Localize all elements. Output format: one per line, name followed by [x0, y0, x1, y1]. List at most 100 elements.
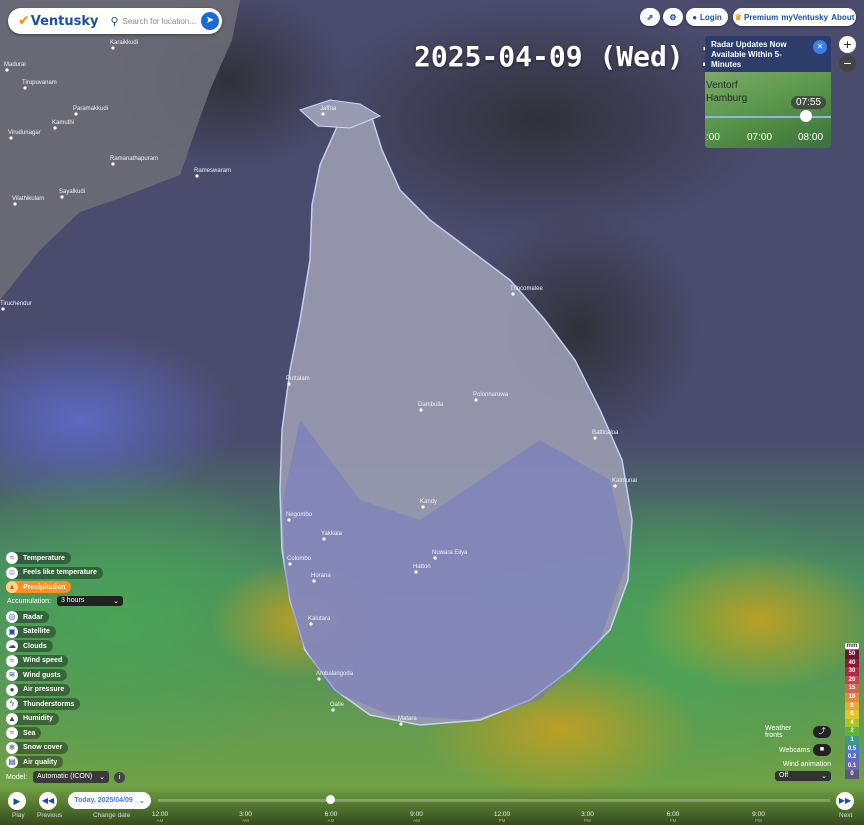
previous-button[interactable]: ◀◀ [39, 792, 57, 810]
place-label[interactable]: Kandy [420, 499, 437, 505]
model-value: Automatic (ICON) [37, 773, 93, 780]
radar-update-popup[interactable]: Radar Updates Now Available Within 5-Min… [705, 36, 831, 148]
place-label[interactable]: Sayalkudi [59, 189, 85, 195]
timeline-track[interactable] [158, 799, 830, 802]
tick-period: AM [327, 818, 335, 823]
place-label[interactable]: Matara [398, 716, 417, 722]
layer-wind-speed[interactable]: ≈ Wind speed [6, 654, 69, 667]
layer-thunderstorms[interactable]: ϟ Thunderstorms [6, 698, 81, 710]
search-input[interactable] [122, 16, 203, 26]
place-label[interactable]: Dambulla [418, 402, 444, 408]
tick-period: AM [242, 818, 249, 823]
place-label[interactable]: Horana [311, 573, 331, 579]
ventusky-logo-icon: ✔ [18, 13, 30, 29]
place-label[interactable]: Rameswaram [194, 168, 231, 174]
radar-scrubber-track[interactable] [705, 116, 831, 118]
accumulation-select[interactable]: 3 hours ⌄ [56, 596, 123, 606]
model-info-button[interactable]: i [114, 771, 126, 783]
locate-me-button[interactable]: ➤ [201, 12, 219, 30]
date-picker[interactable]: Today, 2025/04/09 ⌄ [68, 792, 151, 809]
layer-label: Sea [23, 729, 36, 737]
layer-satellite[interactable]: ▣ Satellite [6, 625, 56, 638]
zoom-in-button[interactable]: + [839, 36, 856, 53]
plus-icon: + [843, 36, 852, 52]
place-label[interactable]: Batticaloa [592, 430, 619, 436]
place-marker [309, 622, 313, 626]
place-label[interactable]: Yakkala [321, 531, 343, 537]
radar-scrubber-handle[interactable] [800, 110, 812, 122]
timeline-tick[interactable]: 9:00 AM [397, 811, 437, 823]
place-label[interactable]: Galle [330, 702, 345, 708]
layer-radar[interactable]: ◎ Radar [6, 611, 49, 623]
timeline-tick[interactable]: 9:00 PM [739, 811, 779, 823]
timeline-handle[interactable] [326, 795, 335, 804]
place-marker [288, 562, 292, 566]
legend-step: 50 [845, 650, 859, 659]
layer-feels-like-temperature[interactable]: ☺ Feels like temperature [6, 566, 103, 579]
layer-clouds[interactable]: ☁ Clouds [6, 640, 53, 652]
close-popup-button[interactable]: ✕ [813, 40, 827, 54]
model-select[interactable]: Automatic (ICON) ⌄ [33, 771, 110, 783]
search-box[interactable]: ⚲ [110, 15, 203, 28]
place-label[interactable]: Tirupuvanam [22, 80, 57, 86]
place-label[interactable]: Kamuthi [52, 120, 74, 126]
place-label[interactable]: Vilathikulam [12, 196, 44, 202]
legend-step: 2 [845, 727, 859, 736]
place-label[interactable]: Karaikkudi [110, 40, 138, 46]
place-marker [60, 195, 64, 199]
place-label[interactable]: Trincomalee [510, 286, 543, 292]
place-label[interactable]: Paramakkudi [73, 106, 108, 112]
place-label[interactable]: Kalutara [308, 616, 331, 622]
place-label[interactable]: Kalmunai [612, 478, 637, 484]
place-label[interactable]: Colombo [287, 556, 312, 562]
timeline-tick[interactable]: 3:00 PM [568, 811, 608, 823]
layer-sea[interactable]: ≈ Sea [6, 727, 42, 739]
place-label[interactable]: Hatton [413, 564, 431, 570]
zoom-out-button[interactable]: − [839, 55, 856, 72]
layer-precipitation[interactable]: ▴ Precipitation [6, 581, 72, 593]
layer-humidity[interactable]: ▲ Humidity [6, 712, 59, 725]
ventusky-logo[interactable]: ✔ Ventusky [18, 13, 98, 29]
place-label[interactable]: Tiruchendur [0, 301, 32, 307]
search-icon: ⚲ [110, 15, 119, 28]
layer-temperature[interactable]: ≈ Temperature [6, 552, 71, 564]
place-label[interactable]: Madurai [4, 62, 26, 68]
timeline-tick[interactable]: 12:00 AM [140, 811, 180, 823]
layer-air-quality[interactable]: ▤ Air quality [6, 756, 64, 768]
place-label[interactable]: Jaffna [320, 106, 337, 112]
place-label[interactable]: Virudunagar [8, 130, 41, 136]
share-button[interactable]: ⇗ [640, 8, 660, 26]
place-label[interactable]: Nuwara Eliya [432, 550, 468, 556]
timeline-tick[interactable]: 12:00 PM [482, 811, 522, 823]
place-label[interactable]: Ramanathapuram [110, 156, 158, 162]
layer-snow-cover[interactable]: ❄ Snow cover [6, 741, 69, 754]
layer-label: Snow cover [23, 744, 63, 751]
timeline-tick[interactable]: 6:00 PM [653, 811, 693, 823]
place-marker [433, 556, 437, 560]
legend-step: 40 [845, 658, 859, 668]
tick-period: PM [669, 818, 677, 823]
place-label[interactable]: Puttalam [286, 376, 310, 382]
weather-fronts-toggle[interactable]: Weather fronts ⤴ [765, 725, 831, 739]
timeline-tick[interactable]: 6:00 AM [311, 811, 351, 823]
webcams-toggle[interactable]: Webcams ■ [765, 744, 831, 756]
settings-button[interactable]: ⚙ [663, 8, 683, 26]
place-label[interactable]: Ambalangoda [316, 671, 354, 677]
place-marker [287, 518, 291, 522]
next-button[interactable]: ▶▶ [836, 792, 854, 810]
premium-link[interactable]: ♛ Premium [735, 13, 779, 22]
about-link[interactable]: About [831, 13, 854, 22]
wind-animation-select[interactable]: Off ⌄ [775, 771, 831, 781]
place-label[interactable]: Polonnaruwa [473, 392, 509, 398]
play-button[interactable]: ▶ [8, 792, 26, 810]
myventusky-link[interactable]: myVentusky [781, 13, 828, 22]
place-label[interactable]: Negombo [286, 512, 313, 518]
layer-wind-gusts[interactable]: ≋ Wind gusts [6, 669, 67, 681]
wind-animation-value: Off [779, 772, 789, 779]
radar-icon: ◎ [6, 611, 18, 623]
legend-step: 0.5 [845, 744, 859, 754]
layer-air-pressure[interactable]: ● Air pressure [6, 683, 71, 696]
timeline-tick[interactable]: 3:00 AM [226, 811, 266, 823]
tick-period: AM [413, 818, 420, 823]
login-button[interactable]: ● Login [686, 8, 728, 26]
